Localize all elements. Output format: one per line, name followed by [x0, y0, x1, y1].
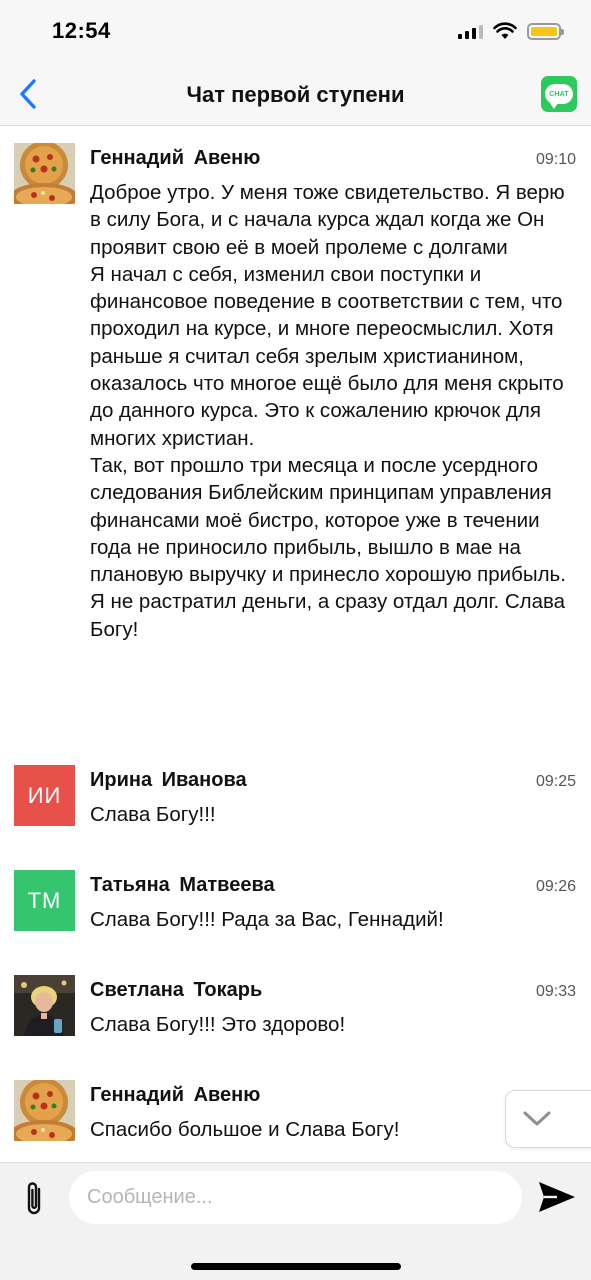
cellular-signal-icon	[458, 23, 483, 39]
message-item: ТМ Татьяна Матвеева 09:26 Слава Богу!!! …	[0, 854, 591, 959]
battery-icon	[527, 22, 564, 40]
message-time: 09:10	[535, 151, 576, 168]
avatar[interactable]: ИИ	[14, 765, 75, 826]
message-time: 09:25	[535, 773, 576, 790]
nav-bar: Чат первой ступени CHAT	[0, 62, 591, 126]
woman-photo	[14, 975, 75, 1036]
pizza-photo	[14, 143, 75, 204]
avatar-initials: ИИ	[27, 782, 62, 808]
message-text: Слава Богу!!!	[90, 801, 575, 828]
message-paragraph: Доброе утро. У меня тоже свидетельство. …	[90, 181, 565, 259]
chevron-down-icon	[523, 1111, 551, 1126]
message-paragraph: Слава Богу!!!	[90, 803, 216, 826]
avatar-initials: ТМ	[27, 887, 62, 913]
chat-badge-label: CHAT	[549, 90, 569, 98]
message-text: Спасибо большое и Слава Богу!	[90, 1116, 575, 1143]
avatar[interactable]: ТМ	[14, 870, 75, 931]
message-item: Геннадий Авеню Спасибо большое и Слава Б…	[0, 1064, 591, 1162]
message-text: Слава Богу!!! Рада за Вас, Геннадий!	[90, 906, 575, 933]
message-paragraph: Слава Богу!!! Это здорово!	[90, 1013, 346, 1036]
status-icons	[458, 22, 564, 40]
message-author: Татьяна Матвеева	[90, 874, 275, 896]
message-list[interactable]: Геннадий Авеню 09:10 Доброе утро. У меня…	[0, 127, 591, 1162]
message-item: Светлана Токарь 09:33 Слава Богу!!! Это …	[0, 959, 591, 1064]
message-time: 09:33	[535, 983, 576, 1000]
message-item: ИИ Ирина Иванова 09:25 Слава Богу!!!	[0, 749, 591, 854]
message-author: Светлана Токарь	[90, 979, 263, 1001]
message-author: Геннадий Авеню	[90, 1084, 261, 1106]
message-paragraph: Слава Богу!!! Рада за Вас, Геннадий!	[90, 908, 444, 931]
chat-bubble-icon: CHAT	[545, 84, 573, 109]
avatar[interactable]	[14, 975, 75, 1036]
message-text: Доброе утро. У меня тоже свидетельство. …	[90, 179, 575, 643]
message-author: Геннадий Авеню	[90, 147, 261, 169]
send-arrow-icon	[539, 1182, 575, 1212]
message-paragraph: Так, вот прошло три месяца и после усерд…	[90, 453, 566, 641]
send-button[interactable]	[537, 1179, 577, 1215]
composer-bar	[0, 1162, 591, 1280]
message-item: Геннадий Авеню 09:10 Доброе утро. У меня…	[0, 127, 591, 752]
message-text: Слава Богу!!! Это здорово!	[90, 1011, 575, 1038]
message-input[interactable]	[69, 1171, 522, 1224]
message-paragraph: Я начал с себя, изменил свои поступки и …	[90, 262, 564, 450]
message-time: 09:26	[535, 878, 576, 895]
message-author: Ирина Иванова	[90, 769, 247, 791]
avatar[interactable]	[14, 1080, 75, 1141]
chat-app-button[interactable]: CHAT	[541, 76, 577, 112]
message-paragraph: Спасибо большое и Слава Богу!	[90, 1118, 400, 1141]
status-bar: 12:54	[0, 0, 591, 62]
scroll-to-bottom-button[interactable]	[505, 1090, 591, 1148]
home-indicator	[191, 1263, 401, 1270]
avatar[interactable]	[14, 143, 75, 204]
wifi-icon	[493, 22, 517, 39]
status-time: 12:54	[52, 18, 111, 43]
page-title: Чат первой ступени	[186, 82, 405, 107]
paperclip-icon	[27, 1182, 41, 1215]
attach-button[interactable]	[20, 1179, 50, 1219]
pizza-photo	[14, 1080, 75, 1141]
